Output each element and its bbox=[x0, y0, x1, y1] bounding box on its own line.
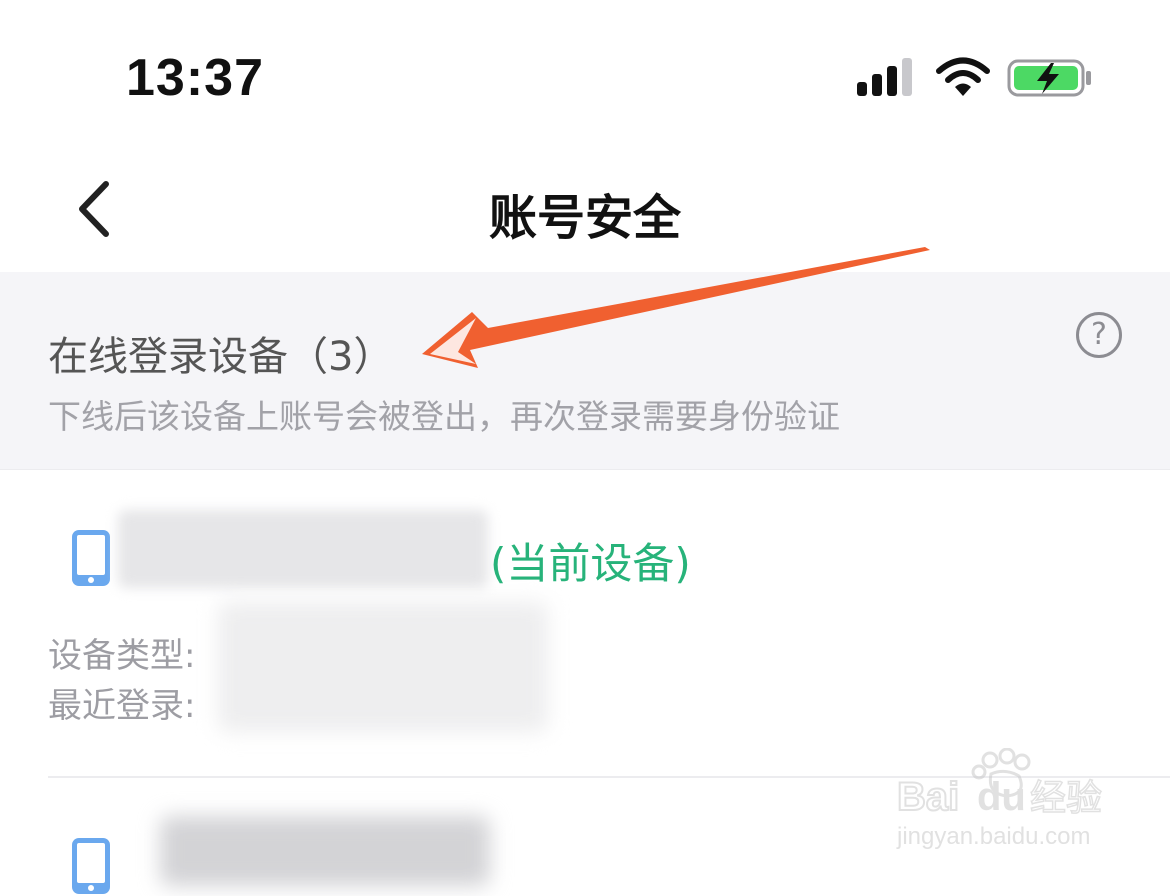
status-time: 13:37 bbox=[126, 49, 264, 107]
device-list-item[interactable]: (当前设备) 设备类型: 最近登录: bbox=[0, 470, 1170, 778]
wifi-icon bbox=[936, 57, 990, 96]
device-list-item[interactable] bbox=[0, 778, 1170, 894]
device-details-redacted bbox=[218, 602, 548, 732]
page-title: 账号安全 bbox=[488, 190, 681, 246]
battery-charging-icon bbox=[1007, 59, 1091, 97]
device-name-redacted bbox=[118, 510, 488, 588]
last-login-label: 最近登录: bbox=[48, 686, 196, 726]
signal-icon bbox=[857, 58, 912, 96]
current-device-tag: (当前设备) bbox=[490, 539, 691, 588]
online-devices-description: 下线后该设备上账号会被登出，再次登录需要身份验证 bbox=[48, 397, 840, 436]
online-devices-heading: 在线登录设备（3） bbox=[48, 334, 394, 380]
phone-icon bbox=[72, 530, 110, 586]
online-devices-header: 在线登录设备（3） ? 下线后该设备上账号会被登出，再次登录需要身份验证 bbox=[0, 272, 1170, 470]
device-name-redacted bbox=[160, 816, 490, 886]
phone-icon bbox=[72, 838, 110, 894]
question-circle-icon[interactable]: ? bbox=[1076, 312, 1122, 358]
device-type-label: 设备类型: bbox=[48, 636, 196, 676]
